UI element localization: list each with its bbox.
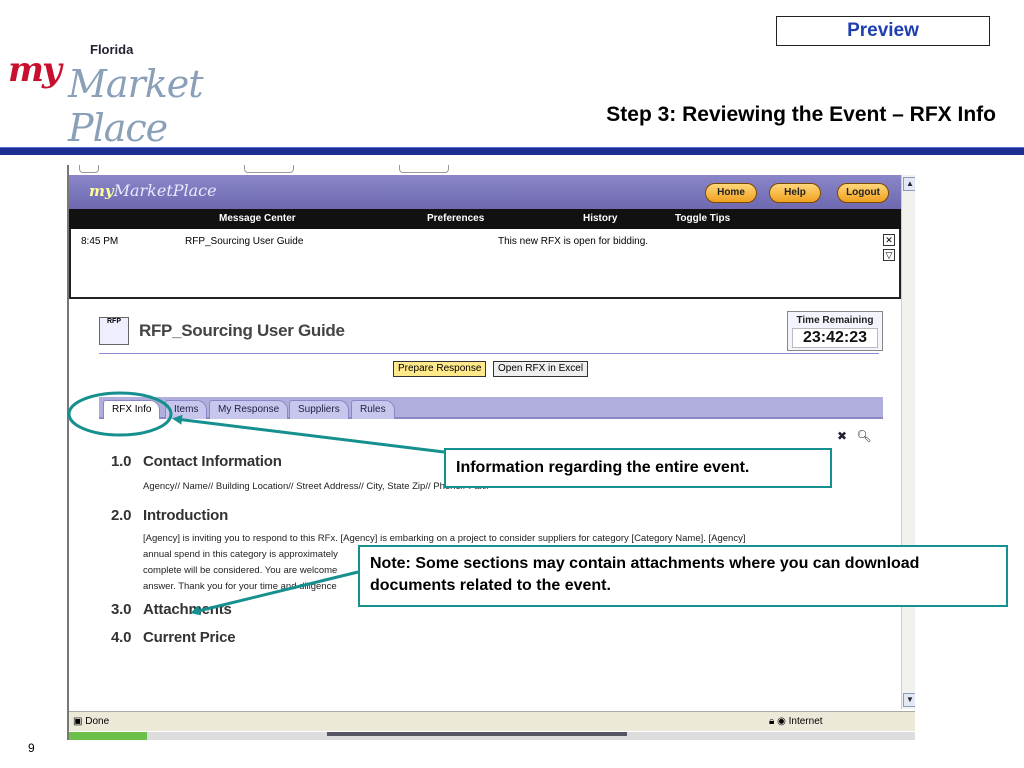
section-title: Contact Information <box>143 453 282 470</box>
close-icon[interactable]: ✕ <box>883 234 895 246</box>
page-icon: ▣ <box>73 716 86 727</box>
browser-status-bar: ▣ Done 🔒︎ ◉ Internet <box>69 711 915 731</box>
rfp-document-icon: RFP <box>99 317 129 345</box>
status-zone-text: Internet <box>788 716 823 727</box>
taskbar-start <box>69 732 147 740</box>
section-number: 4.0 <box>111 629 132 646</box>
callout-attachments-note: Note: Some sections may contain attachme… <box>358 545 1008 607</box>
slide: my Florida Market Place Preview Step 3: … <box>0 0 1024 768</box>
globe-icon: ◉ <box>777 716 789 727</box>
browser-toolbar-fragment <box>69 165 915 175</box>
status-done-text: Done <box>85 716 110 727</box>
toolbar-fragment-2 <box>244 165 294 173</box>
tab-suppliers[interactable]: Suppliers <box>289 400 349 419</box>
app-logo[interactable]: myMarketPlace <box>89 181 217 200</box>
preview-label: Preview <box>776 16 990 46</box>
scroll-down-icon[interactable]: ▼ <box>903 693 915 707</box>
time-remaining-label: Time Remaining <box>796 315 874 326</box>
section-title[interactable]: Attachments <box>143 601 232 618</box>
tab-rules[interactable]: Rules <box>351 400 395 419</box>
app-header-bar: myMarketPlace Home Help Logout <box>69 175 901 209</box>
prepare-response-button[interactable]: Prepare Response <box>393 361 487 377</box>
collapse-icon[interactable]: ✖ <box>837 429 847 443</box>
taskbar-segment <box>327 732 627 736</box>
section-number: 2.0 <box>111 507 132 524</box>
help-button[interactable]: Help <box>769 183 821 203</box>
menu-history[interactable]: History <box>583 213 617 224</box>
app-logo-my: my <box>89 182 114 200</box>
vertical-scrollbar[interactable]: ▲ ▼ <box>901 175 915 709</box>
section-title: Current Price <box>143 629 236 646</box>
tab-my-response[interactable]: My Response <box>209 400 289 419</box>
status-done: ▣ Done <box>73 716 109 727</box>
section-number: 1.0 <box>111 453 132 470</box>
toolbar-fragment-1 <box>79 165 99 173</box>
header-rule <box>0 147 1024 155</box>
rfx-content: RFP RFP_Sourcing User Guide Time Remaini… <box>69 299 901 709</box>
message-panel: 8:45 PM RFP_Sourcing User Guide This new… <box>69 229 901 299</box>
menu-toggle-tips[interactable]: Toggle Tips <box>675 213 730 224</box>
myfloridamarketplace-logo: my Florida Market Place <box>8 38 278 150</box>
section-introduction: 2.0 Introduction <box>111 507 228 524</box>
tab-rfx-info[interactable]: RFX Info <box>103 400 161 419</box>
time-remaining-value: 23:42:23 <box>792 328 878 348</box>
message-time: 8:45 PM <box>81 236 119 247</box>
page-number: 9 <box>28 741 35 755</box>
taskbar-fragment <box>69 732 915 740</box>
section-attachments: 3.0 Attachments <box>111 601 232 618</box>
slide-title: Step 3: Reviewing the Event – RFX Info <box>606 103 996 126</box>
status-zone: 🔒︎ ◉ Internet <box>769 716 823 727</box>
toolbar-fragment-3 <box>399 165 449 173</box>
menu-bar: Message Center Preferences History Toggl… <box>69 209 901 229</box>
section-number: 3.0 <box>111 601 132 618</box>
app-logo-rest: MarketPlace <box>113 181 217 200</box>
rfp-icon-label: RFP <box>107 318 121 325</box>
search-icon[interactable]: 🔍︎ <box>856 429 871 443</box>
tabs-bar: RFX Info Items My Response Suppliers Rul… <box>99 397 883 419</box>
tab-items[interactable]: Items <box>165 400 208 419</box>
menu-preferences[interactable]: Preferences <box>427 213 484 224</box>
logo-florida-text: Florida <box>90 42 134 57</box>
section-current-price: 4.0 Current Price <box>111 629 236 646</box>
open-rfx-in-excel-button[interactable]: Open RFX in Excel <box>493 361 589 377</box>
section-contact-information: 1.0 Contact Information <box>111 453 282 470</box>
content-tools: ✖ 🔍︎ <box>837 429 872 443</box>
logo-market-place-text: Market Place <box>68 62 204 150</box>
menu-message-center[interactable]: Message Center <box>219 213 296 224</box>
scroll-up-icon[interactable]: ▲ <box>903 177 915 191</box>
home-button[interactable]: Home <box>705 183 757 203</box>
logo-my-text: my <box>8 50 62 90</box>
time-remaining-box: Time Remaining 23:42:23 <box>787 311 883 351</box>
section-title: Introduction <box>143 507 229 524</box>
callout-event-info: Information regarding the entire event. <box>444 448 832 488</box>
logout-button[interactable]: Logout <box>837 183 889 203</box>
event-title: RFP_Sourcing User Guide <box>139 321 345 340</box>
lock-icon: 🔒︎ <box>769 716 778 727</box>
message-subject[interactable]: RFP_Sourcing User Guide <box>185 236 303 247</box>
chevron-down-icon[interactable]: ▽ <box>883 249 895 261</box>
title-divider <box>99 353 879 354</box>
message-text: This new RFX is open for bidding. <box>498 236 649 247</box>
